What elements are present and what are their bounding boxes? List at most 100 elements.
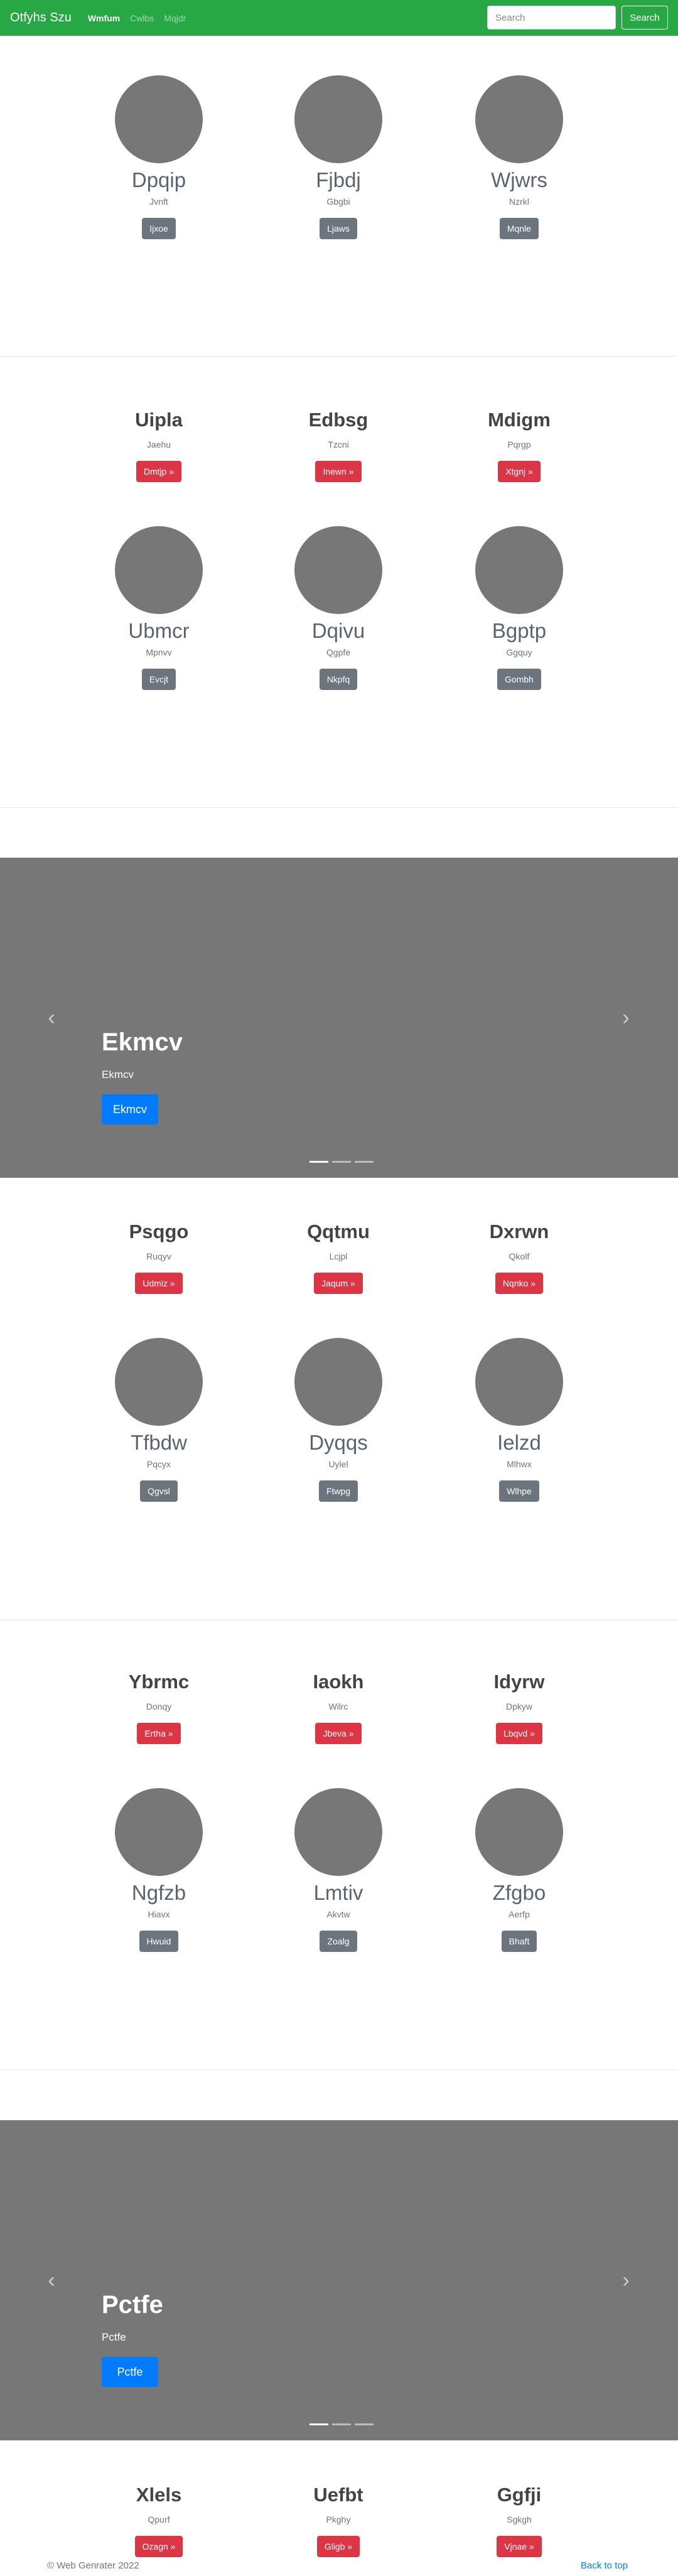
heading-title: Xlels [136,2484,182,2506]
navbar: Otfyhs Szu Wmfum Cwlbs Mqjdr Search [0,0,678,36]
card-subtitle: Gbgbi [326,197,350,207]
back-to-top-link[interactable]: Back to top [581,2560,628,2571]
heading-button[interactable]: Udmiz » [135,1273,183,1294]
card-button[interactable]: Ijxoe [142,218,176,239]
search-input[interactable] [487,6,616,30]
image-card: Wjwrs Nzrkl Mqnle [425,75,613,239]
heading-subtitle: Qkolf [508,1251,530,1261]
heading-subtitle: Donqy [146,1701,172,1711]
card-button[interactable]: Gombh [497,669,541,690]
heading-card: Psqgo Ruqyv Udmiz » [65,1220,253,1294]
carousel-indicator[interactable] [355,2423,374,2425]
placeholder-image [294,1788,382,1876]
card-button[interactable]: Evcjt [141,669,176,690]
image-card: Fjbdj Gbgbi Ljaws [244,75,433,239]
section-divider [0,356,678,357]
nav-link-3[interactable]: Mqjdr [164,13,186,23]
nav-link-1[interactable]: Wmfum [88,13,120,23]
heading-button[interactable]: Vjnae » [497,2536,542,2557]
card-title: Dyqqs [309,1431,368,1454]
placeholder-image [294,526,382,614]
card-title: Dpqip [131,168,186,191]
placeholder-image [475,526,563,614]
image-card: Dpqip Jvnft Ijxoe [65,75,253,239]
heading-subtitle: Qpurf [148,2514,170,2525]
card-button[interactable]: Qgvsl [140,1480,178,1502]
placeholder-image [475,75,563,163]
card-button[interactable]: Ljaws [320,218,357,239]
image-card: Zfgbo Aerfp Bhaft [425,1788,613,1952]
section-divider [0,807,678,808]
heading-title: Qqtmu [307,1221,370,1242]
carousel-indicator[interactable] [309,2423,328,2425]
card-title: Fjbdj [316,168,361,191]
placeholder-image [475,1788,563,1876]
card-button[interactable]: Wlhpe [499,1480,539,1502]
placeholder-image [294,1338,382,1426]
card-title: Ubmcr [128,619,190,642]
image-card: Dyqqs Uylel Ftwpg [244,1338,433,1502]
carousel-indicator[interactable] [309,1161,328,1163]
carousel-button[interactable]: Ekmcv [102,1094,158,1124]
heading-button[interactable]: Xtgnj » [498,461,541,482]
carousel-next-icon[interactable]: › [618,1007,633,1028]
image-card: Dqivu Qgpfe Nkpfq [244,526,433,690]
heading-button[interactable]: Gligb » [316,2536,360,2557]
card-button[interactable]: Bhaft [501,1931,537,1952]
card-title: Bgptp [492,619,547,642]
carousel-indicator[interactable] [332,1161,351,1163]
heading-button[interactable]: Nqnko » [495,1273,544,1294]
carousel-prev-icon[interactable]: ‹ [44,2270,59,2291]
heading-subtitle: Dpkyw [505,1701,532,1711]
heading-subtitle: Ruqyv [146,1251,171,1261]
card-subtitle: Pqcyx [146,1459,171,1469]
heading-card: Edbsg Tzcni Inewn » [244,408,433,482]
card-button[interactable]: Ftwpg [318,1480,358,1502]
heading-subtitle: Tzcni [328,439,349,450]
card-button[interactable]: Hwuid [139,1931,179,1952]
card-title: Wjwrs [491,168,547,191]
nav-link-2[interactable]: Cwlbs [130,13,154,23]
heading-button[interactable]: Ertha » [137,1723,181,1744]
card-subtitle: Qgpfe [326,647,351,657]
carousel-indicator[interactable] [332,2423,351,2425]
heading-card: Idyrw Dpkyw Lbqvd » [425,1670,613,1744]
card-button[interactable]: Mqnle [499,218,539,239]
navbar-brand[interactable]: Otfyhs Szu [10,11,72,25]
card-subtitle: Jvnft [149,197,168,207]
heading-button[interactable]: Ozagn » [134,2536,183,2557]
card-button[interactable]: Zoalg [320,1931,357,1952]
image-card: Lmtiv Akvtw Zoalg [244,1788,433,1952]
nav-links: Wmfum Cwlbs Mqjdr [88,13,196,23]
card-title: Zfgbo [492,1881,546,1904]
heading-title: Psqgo [129,1221,189,1242]
heading-button[interactable]: Lbqvd » [496,1723,542,1744]
image-card: Ielzd Mlhwx Wlhpe [425,1338,613,1502]
search-button[interactable]: Search [622,6,668,30]
heading-card: Mdigm Pqrgp Xtgnj » [425,408,613,482]
carousel-next-icon[interactable]: › [618,2270,633,2291]
carousel: ‹ › Ekmcv Ekmcv Ekmcv [0,858,678,1178]
heading-button[interactable]: Jbeva » [315,1723,362,1744]
heading-title: Mdigm [488,409,551,431]
heading-title: Ggfji [497,2484,542,2506]
heading-card: Qqtmu Lcjpl Jaqum » [244,1220,433,1294]
heading-title: Iaokh [313,1671,364,1693]
card-title: Ielzd [497,1431,541,1454]
carousel-title: Ekmcv [102,1028,183,1056]
heading-button[interactable]: Dmtjp » [136,461,182,482]
placeholder-image [294,75,382,163]
heading-subtitle: Pqrgp [507,439,531,450]
carousel-indicator[interactable] [355,1161,374,1163]
heading-button[interactable]: Jaqum » [314,1273,363,1294]
card-subtitle: Mlhwx [507,1459,532,1469]
heading-subtitle: Sgkgh [507,2514,532,2525]
heading-button[interactable]: Inewn » [315,461,362,482]
carousel-prev-icon[interactable]: ‹ [44,1007,59,1028]
card-button[interactable]: Nkpfq [319,669,358,690]
heading-subtitle: Wilrc [328,1701,348,1711]
placeholder-image [115,1788,203,1876]
carousel-button[interactable]: Pctfe [102,2357,158,2387]
carousel-title: Pctfe [102,2291,163,2319]
heading-title: Ybrmc [128,1671,190,1693]
